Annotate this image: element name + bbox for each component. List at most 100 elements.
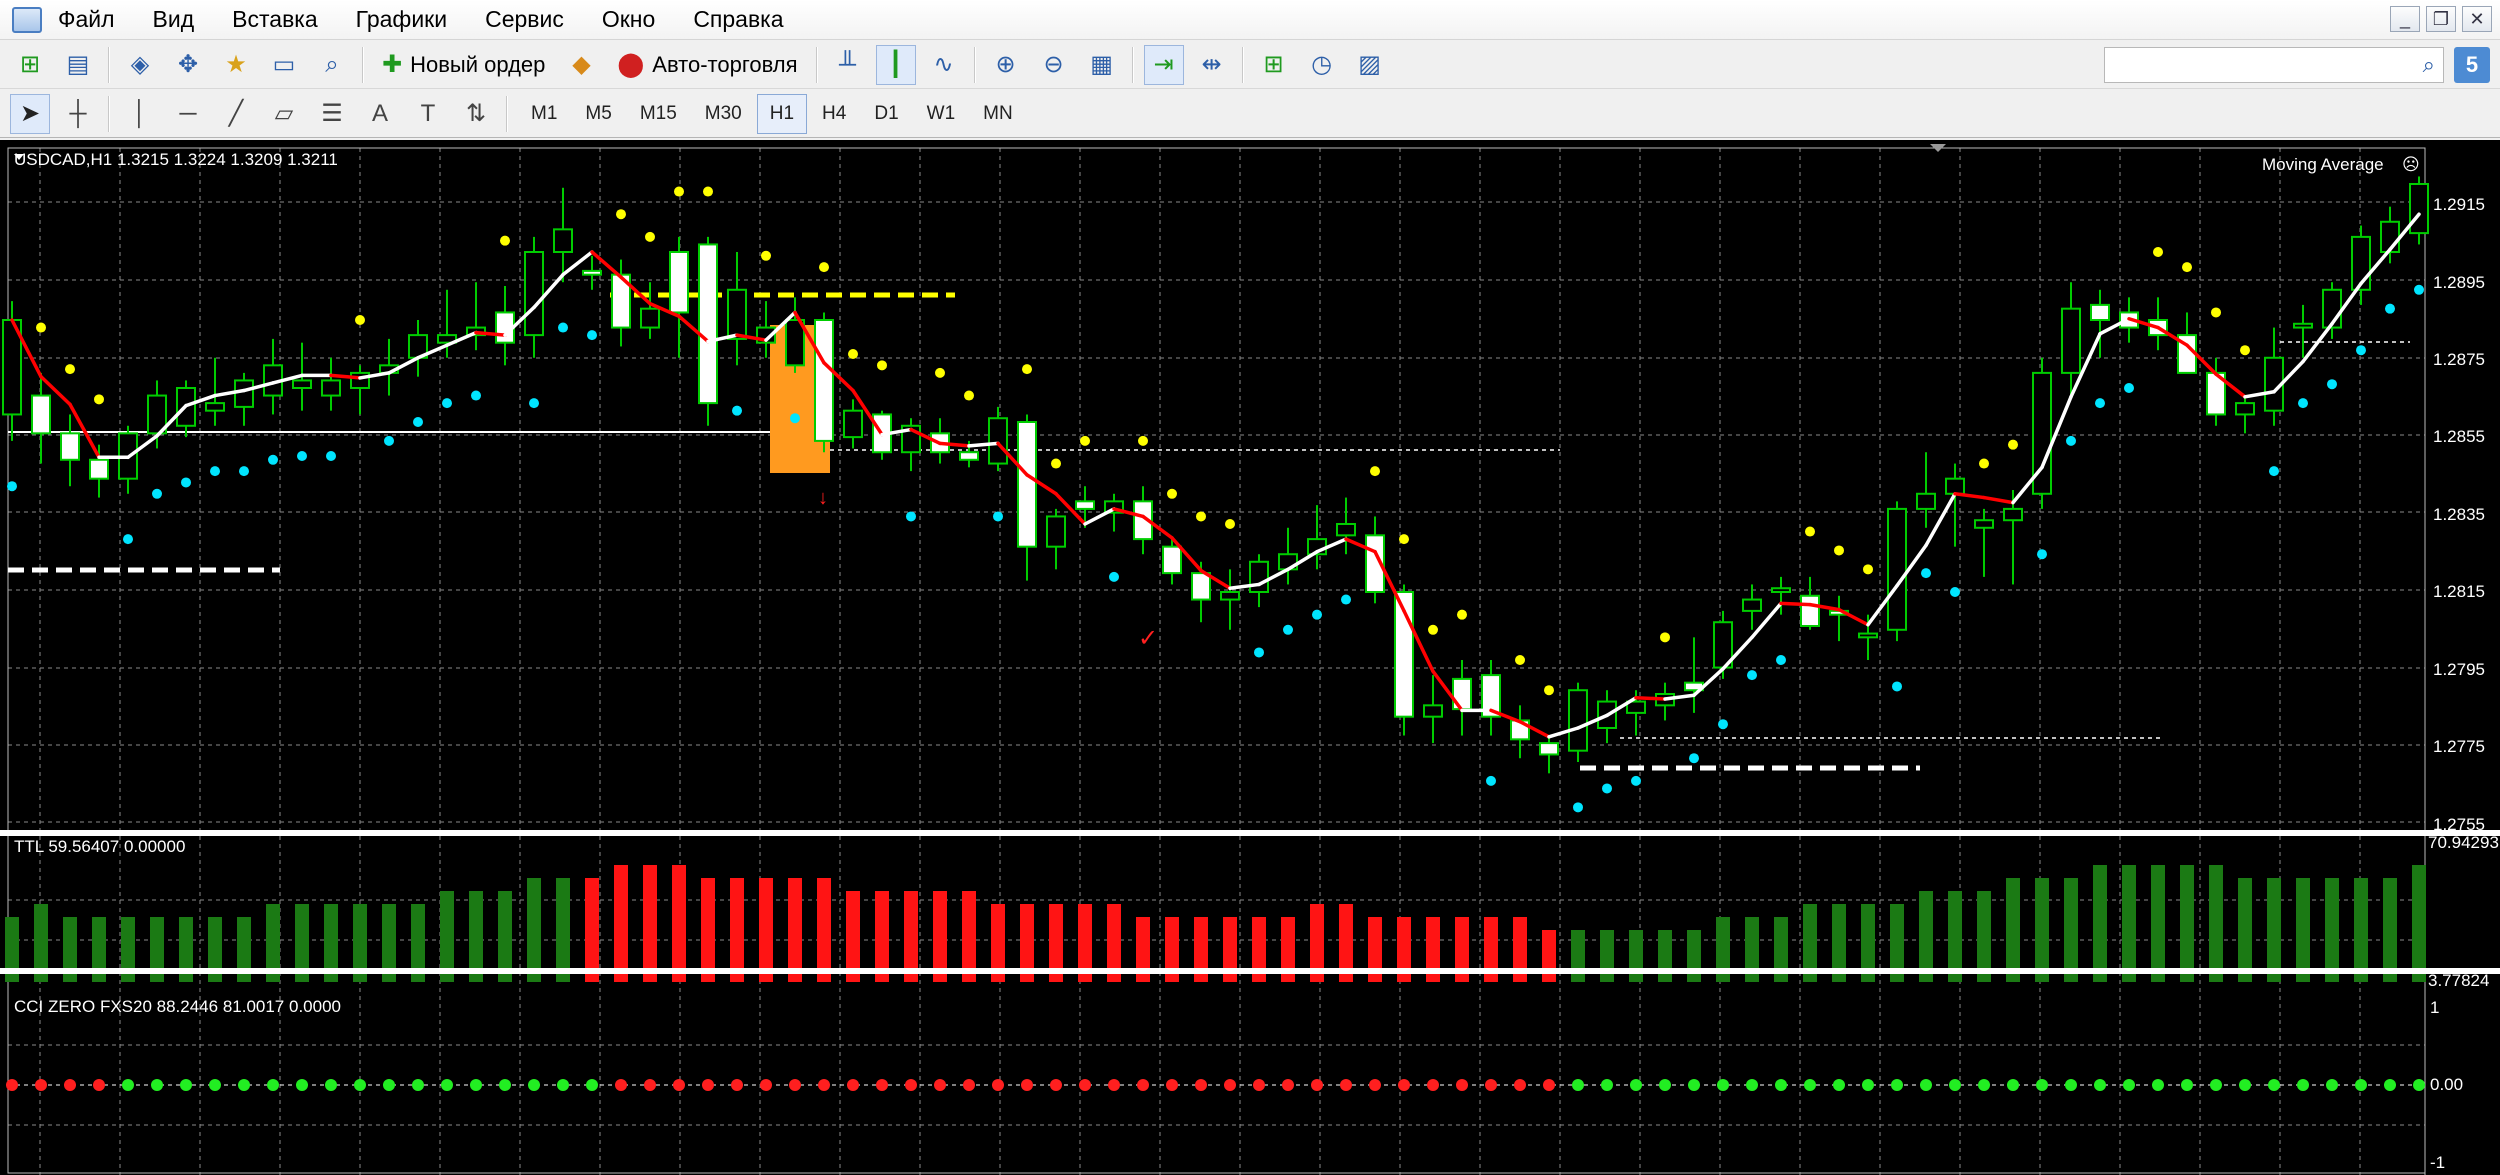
psar-dot bbox=[36, 322, 46, 333]
psar-dot bbox=[877, 360, 887, 371]
cci-dot bbox=[1572, 1079, 1584, 1091]
toolbar-separator bbox=[973, 46, 976, 83]
market-watch-icon[interactable]: ◈ bbox=[120, 45, 160, 85]
psar-dot bbox=[1834, 545, 1844, 556]
community-icon[interactable]: 5 bbox=[2454, 47, 2490, 83]
cursor-icon[interactable]: ➤ bbox=[10, 93, 50, 134]
vertical-line-icon[interactable]: │ bbox=[120, 94, 160, 134]
menu-file[interactable]: Файл bbox=[58, 6, 115, 33]
auto-trading-button[interactable]: ⬤ Авто-торговля bbox=[609, 45, 805, 85]
timeframe-w1[interactable]: W1 bbox=[914, 94, 969, 134]
text-icon[interactable]: A bbox=[360, 94, 400, 134]
equidistant-channel-icon[interactable]: ▱ bbox=[264, 94, 304, 134]
indicator-close-icon[interactable]: ☹ bbox=[2402, 155, 2420, 174]
crosshair-icon[interactable]: ┼ bbox=[58, 94, 98, 134]
periods-icon[interactable]: ◷ bbox=[1302, 45, 1342, 85]
psar-dot bbox=[1573, 802, 1583, 813]
bar-chart-icon[interactable]: ╨ bbox=[828, 45, 868, 85]
price-label: 1.2775 bbox=[2433, 737, 2485, 756]
metaeditor-icon[interactable]: ◆ bbox=[561, 45, 601, 85]
candle-body bbox=[1336, 523, 1356, 537]
cci-dot bbox=[1050, 1079, 1062, 1091]
line-chart-icon[interactable]: ∿ bbox=[924, 45, 964, 85]
ma-segment bbox=[1837, 607, 1870, 627]
templates-icon[interactable]: ▨ bbox=[1350, 45, 1390, 85]
timeframe-mn[interactable]: MN bbox=[970, 94, 1026, 134]
new-order-button[interactable]: ✚ Новый ордер bbox=[374, 45, 553, 85]
menu-insert[interactable]: Вставка bbox=[232, 6, 318, 33]
menu-view[interactable]: Вид bbox=[153, 6, 195, 33]
cci-dot bbox=[1891, 1079, 1903, 1091]
timeframe-m5[interactable]: M5 bbox=[572, 94, 624, 134]
profiles-icon[interactable]: ▤ bbox=[58, 45, 98, 85]
text-label-icon[interactable]: T bbox=[408, 94, 448, 134]
zoom-out-icon[interactable]: ⊖ bbox=[1034, 45, 1074, 85]
timeframe-d1[interactable]: D1 bbox=[861, 94, 911, 134]
navigator-icon[interactable]: ★ bbox=[216, 45, 256, 85]
arrows-icon[interactable]: ⇅ bbox=[456, 94, 496, 134]
timeframe-h4[interactable]: H4 bbox=[809, 94, 859, 134]
ttl-scale-bottom: 3.77824 bbox=[2428, 971, 2489, 990]
psar-dot bbox=[935, 367, 945, 378]
psar-dot bbox=[616, 209, 626, 220]
candle-body bbox=[582, 269, 602, 276]
psar-dot bbox=[1544, 685, 1554, 696]
cci-dot bbox=[1021, 1079, 1033, 1091]
arrow-marker-icon: ↓ bbox=[818, 487, 828, 509]
candle-body bbox=[524, 251, 544, 337]
timeframe-m15[interactable]: M15 bbox=[627, 94, 690, 134]
auto-scroll-icon[interactable]: ⇥ bbox=[1143, 44, 1184, 85]
cci-dot bbox=[412, 1079, 424, 1091]
menu-window[interactable]: Окно bbox=[602, 6, 655, 33]
indicators-icon[interactable]: ⊞ bbox=[1254, 45, 1294, 85]
search-icon[interactable]: ⌕ bbox=[2423, 52, 2435, 78]
zoom-in-icon[interactable]: ⊕ bbox=[986, 45, 1026, 85]
histogram-bar bbox=[2093, 865, 2107, 982]
horizontal-line-icon[interactable]: ─ bbox=[168, 94, 208, 134]
cci-dot bbox=[151, 1079, 163, 1091]
psar-dot bbox=[1660, 632, 1670, 643]
cci-dot bbox=[731, 1079, 743, 1091]
cci-scale-label: -1 bbox=[2430, 1153, 2445, 1172]
timeframe-m30[interactable]: M30 bbox=[692, 94, 755, 134]
cci-scale-label: 1 bbox=[2430, 998, 2439, 1017]
data-window-icon[interactable]: ✥ bbox=[168, 45, 208, 85]
fibonacci-icon[interactable]: ☰ bbox=[312, 94, 352, 134]
chart-canvas[interactable]: USDCAD,H1 1.3215 1.3224 1.3209 1.3211 Mo… bbox=[0, 140, 2500, 1175]
trendline-icon[interactable]: ╱ bbox=[216, 94, 256, 134]
new-chart-icon[interactable]: ⊞ bbox=[10, 45, 50, 85]
tile-windows-icon[interactable]: ▦ bbox=[1082, 45, 1122, 85]
histogram-bar bbox=[614, 865, 628, 982]
cci-dot bbox=[93, 1079, 105, 1091]
histogram-bar bbox=[2325, 878, 2339, 982]
terminal-icon[interactable]: ▭ bbox=[264, 45, 304, 85]
psar-dot bbox=[65, 364, 75, 375]
chart-window[interactable]: USDCAD,H1 1.3215 1.3224 1.3209 1.3211 Mo… bbox=[0, 140, 2500, 1175]
menu-help[interactable]: Справка bbox=[693, 6, 783, 33]
cci-dot bbox=[2355, 1079, 2367, 1091]
strategy-tester-icon[interactable]: ⌕ bbox=[312, 45, 352, 85]
cci-dot bbox=[1282, 1079, 1294, 1091]
menu-charts[interactable]: Графики bbox=[356, 6, 447, 33]
menu-tools[interactable]: Сервис bbox=[485, 6, 564, 33]
psar-dot bbox=[1776, 655, 1786, 665]
candle-body bbox=[1945, 477, 1965, 495]
psar-dot bbox=[1602, 783, 1612, 794]
minimize-button[interactable]: _ bbox=[2390, 6, 2420, 32]
cci-dot bbox=[557, 1079, 569, 1091]
candle-body bbox=[1568, 689, 1588, 752]
chart-shift-icon[interactable]: ⇹ bbox=[1192, 45, 1232, 85]
cci-dot bbox=[1978, 1079, 1990, 1091]
candle-body bbox=[727, 288, 747, 340]
timeframe-m1[interactable]: M1 bbox=[518, 94, 570, 134]
ttl-scale-top: 70.94293 bbox=[2428, 833, 2499, 852]
psar-dot bbox=[297, 451, 307, 461]
close-button[interactable]: ✕ bbox=[2462, 6, 2492, 32]
timeframe-h1[interactable]: H1 bbox=[756, 93, 808, 134]
psar-dot bbox=[471, 390, 481, 401]
restore-button[interactable]: ❐ bbox=[2426, 6, 2456, 32]
candlestick-chart-icon[interactable]: ┃ bbox=[875, 44, 916, 85]
search-input[interactable]: ⌕ bbox=[2104, 47, 2444, 83]
menu-bar: Файл Вид Вставка Графики Сервис Окно Спр… bbox=[0, 0, 2500, 40]
psar-dot bbox=[1428, 624, 1438, 635]
